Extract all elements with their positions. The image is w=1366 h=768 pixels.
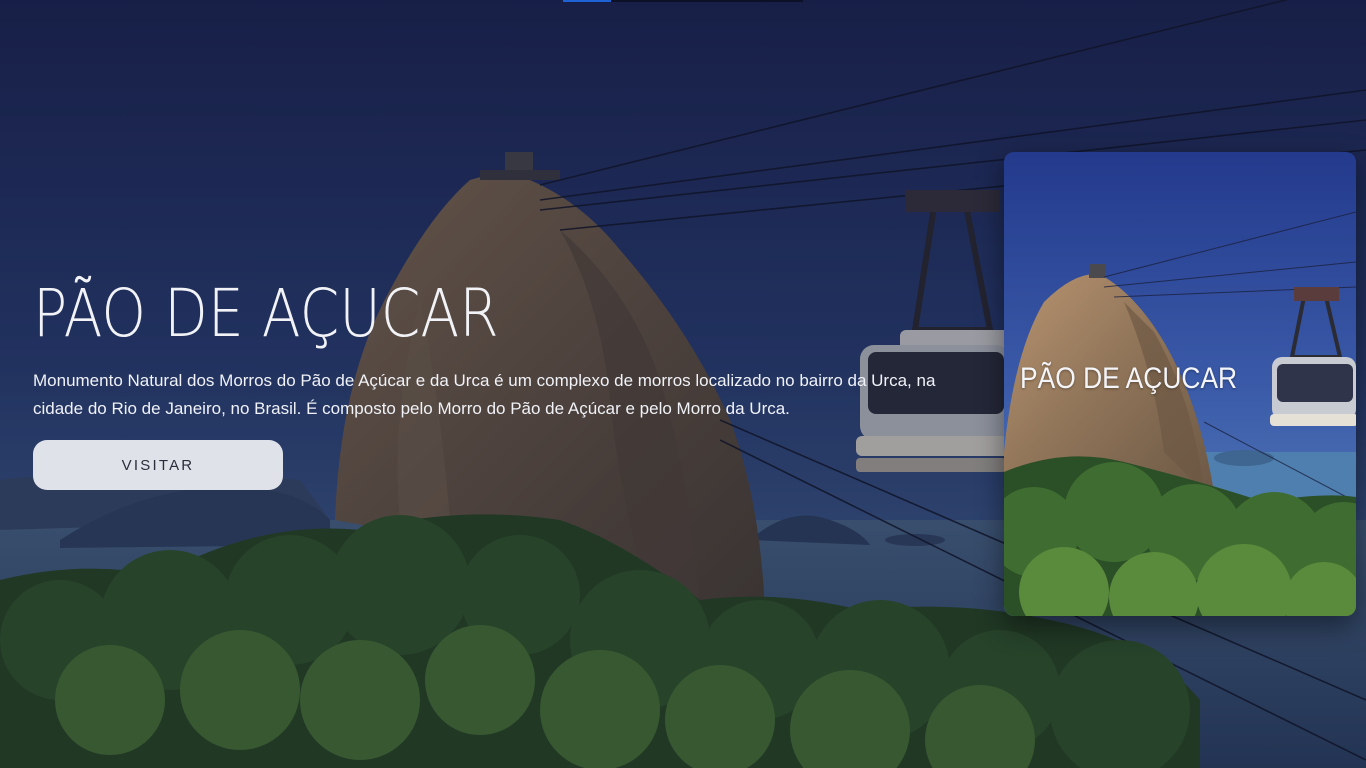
slide-card-title: PÃO DE AÇUCAR: [1020, 362, 1238, 395]
visit-button[interactable]: VISITAR: [33, 440, 283, 490]
slider-progress-fill: [563, 0, 611, 2]
slider-progress-bar: [563, 0, 803, 2]
hero-content: PÃO DE AÇUCAR Monumento Natural dos Morr…: [33, 268, 973, 490]
slide-card[interactable]: PÃO DE AÇUCAR: [1004, 152, 1356, 616]
hero-description: Monumento Natural dos Morros do Pão de A…: [33, 371, 936, 418]
hero-title: PÃO DE AÇUCAR: [33, 275, 499, 352]
